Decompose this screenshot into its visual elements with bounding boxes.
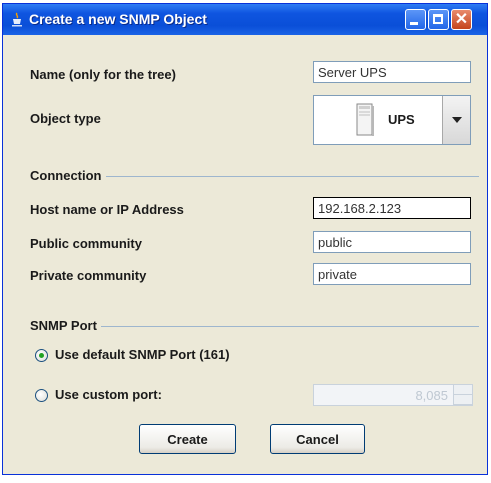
snmp-port-section-label: SNMP Port [30, 318, 101, 333]
private-community-field[interactable]: private [313, 263, 471, 285]
connection-section-label: Connection [30, 168, 106, 183]
object-type-label: Object type [30, 111, 101, 126]
dropdown-arrow-icon[interactable] [442, 96, 470, 144]
object-type-value: UPS [388, 112, 415, 127]
name-field-value: Server UPS [318, 65, 387, 80]
object-type-select[interactable]: UPS [313, 95, 471, 145]
host-label: Host name or IP Address [30, 202, 184, 217]
public-community-label: Public community [30, 236, 142, 251]
public-community-value: public [318, 235, 352, 250]
host-field-value: 192.168.2.123 [318, 201, 402, 216]
spinner-down-icon[interactable] [454, 395, 472, 405]
private-community-value: private [318, 267, 358, 282]
name-label: Name (only for the tree) [30, 67, 176, 82]
host-field[interactable]: 192.168.2.123 [313, 197, 471, 219]
custom-port-value: 8,085 [415, 388, 448, 403]
custom-port-radio[interactable] [35, 389, 48, 402]
window-title: Create a new SNMP Object [29, 11, 207, 27]
maximize-icon [433, 14, 443, 24]
close-button[interactable]: ✕ [451, 9, 472, 30]
snmp-port-section-header: SNMP Port [30, 318, 479, 334]
cancel-button[interactable]: Cancel [270, 424, 365, 454]
maximize-button[interactable] [428, 9, 449, 30]
title-bar[interactable]: Create a new SNMP Object ✕ [3, 4, 487, 35]
minimize-button[interactable] [405, 9, 426, 30]
connection-section-header: Connection [30, 168, 479, 184]
custom-port-spinner[interactable]: 8,085 [313, 384, 473, 406]
java-cup-icon [12, 12, 22, 27]
private-community-label: Private community [30, 268, 147, 283]
name-field[interactable]: Server UPS [313, 61, 471, 83]
spinner-up-icon[interactable] [454, 385, 472, 395]
default-port-radio[interactable] [35, 349, 48, 362]
minimize-icon [410, 22, 418, 25]
public-community-field[interactable]: public [313, 231, 471, 253]
close-icon: ✕ [454, 11, 469, 28]
custom-port-label[interactable]: Use custom port: [55, 387, 162, 402]
create-button[interactable]: Create [139, 424, 236, 454]
ups-device-icon [356, 103, 374, 136]
spinner-buttons[interactable] [453, 385, 472, 405]
default-port-label[interactable]: Use default SNMP Port (161) [55, 347, 230, 362]
